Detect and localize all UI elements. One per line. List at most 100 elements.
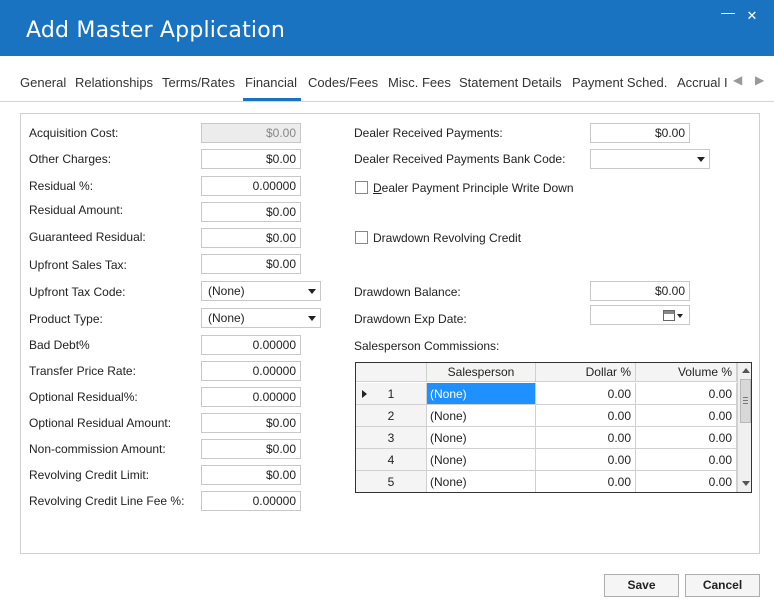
column-header-salesperson[interactable]: Salesperson bbox=[427, 363, 536, 382]
salesperson-cell[interactable]: (None) bbox=[427, 449, 536, 471]
scroll-up-icon[interactable] bbox=[742, 368, 750, 373]
drawdown-exp-date-label: Drawdown Exp Date: bbox=[354, 312, 467, 326]
revolving-credit-line-fee-field[interactable]: 0.00000 bbox=[201, 491, 301, 511]
cancel-button[interactable]: Cancel bbox=[685, 574, 760, 597]
row-pointer-icon bbox=[362, 390, 367, 398]
dollar-pct-cell[interactable]: 0.00 bbox=[536, 471, 636, 492]
residual-pct-field[interactable]: 0.00000 bbox=[201, 176, 301, 196]
product-type-select[interactable]: (None) bbox=[201, 308, 321, 328]
grid-corner bbox=[356, 363, 427, 382]
column-header-dollar-pct[interactable]: Dollar % bbox=[536, 363, 636, 382]
non-commission-amount-field[interactable]: $0.00 bbox=[201, 439, 301, 459]
revolving-credit-limit-field[interactable]: $0.00 bbox=[201, 465, 301, 485]
bad-debt-label: Bad Debt% bbox=[29, 338, 90, 352]
other-charges-label: Other Charges: bbox=[29, 152, 112, 166]
product-type-label: Product Type: bbox=[29, 312, 103, 326]
grip-line bbox=[743, 403, 748, 404]
dealer-payment-principle-write-down-checkbox[interactable] bbox=[355, 181, 368, 194]
row-header[interactable]: 1 bbox=[356, 383, 427, 405]
acquisition-cost-field: $0.00 bbox=[201, 123, 301, 143]
optional-residual-pct-label: Optional Residual%: bbox=[29, 390, 138, 404]
chevron-down-icon[interactable] bbox=[677, 314, 683, 318]
dollar-pct-cell[interactable]: 0.00 bbox=[536, 405, 636, 427]
salesperson-cell[interactable]: (None) bbox=[427, 383, 536, 405]
grid-vertical-scrollbar[interactable] bbox=[737, 363, 751, 492]
residual-amount-field[interactable]: $0.00 bbox=[201, 202, 301, 222]
grip-line bbox=[743, 397, 748, 398]
tab-scroll-right-icon[interactable]: ▶ bbox=[755, 73, 764, 87]
guaranteed-residual-label: Guaranteed Residual: bbox=[29, 230, 146, 244]
tab-misc-fees[interactable]: Misc. Fees bbox=[388, 75, 451, 90]
drawdown-exp-date-field[interactable] bbox=[590, 305, 690, 325]
dealer-payment-principle-write-down-label-rest: ealer Payment Principle Write Down bbox=[381, 181, 574, 195]
salesperson-cell[interactable]: (None) bbox=[427, 405, 536, 427]
dollar-pct-cell[interactable]: 0.00 bbox=[536, 383, 636, 405]
optional-residual-amount-field[interactable]: $0.00 bbox=[201, 413, 301, 433]
upfront-sales-tax-field[interactable]: $0.00 bbox=[201, 254, 301, 274]
active-tab-indicator bbox=[243, 98, 301, 101]
acquisition-cost-label: Acquisition Cost: bbox=[29, 126, 119, 140]
column-header-volume-pct[interactable]: Volume % bbox=[636, 363, 737, 382]
title-bar: Add Master Application — ✕ bbox=[0, 0, 774, 56]
salesperson-commissions-label: Salesperson Commissions: bbox=[354, 339, 500, 353]
salesperson-cell[interactable]: (None) bbox=[427, 427, 536, 449]
tab-payment-sched[interactable]: Payment Sched. bbox=[572, 75, 667, 90]
row-header[interactable]: 3 bbox=[356, 427, 427, 449]
grip-line bbox=[743, 400, 748, 401]
dealer-payment-principle-write-down-label: Dealer Payment Principle Write Down bbox=[373, 181, 574, 195]
tab-scroll-left-icon[interactable]: ◀ bbox=[733, 73, 742, 87]
close-icon[interactable]: ✕ bbox=[744, 8, 760, 24]
revolving-credit-limit-label: Revolving Credit Limit: bbox=[29, 468, 150, 482]
salesperson-commissions-grid[interactable]: Salesperson Dollar % Volume % 1 (None) 0… bbox=[355, 362, 752, 493]
dealer-received-payments-label: Dealer Received Payments: bbox=[354, 126, 503, 140]
upfront-tax-code-label: Upfront Tax Code: bbox=[29, 285, 126, 299]
volume-pct-cell[interactable]: 0.00 bbox=[636, 427, 737, 449]
row-number: 1 bbox=[387, 387, 395, 401]
drawdown-balance-field[interactable]: $0.00 bbox=[590, 281, 690, 301]
dollar-pct-cell[interactable]: 0.00 bbox=[536, 427, 636, 449]
optional-residual-amount-label: Optional Residual Amount: bbox=[29, 416, 172, 430]
residual-pct-label: Residual %: bbox=[29, 179, 94, 193]
volume-pct-cell[interactable]: 0.00 bbox=[636, 405, 737, 427]
upfront-tax-code-select[interactable]: (None) bbox=[201, 281, 321, 301]
volume-pct-cell[interactable]: 0.00 bbox=[636, 471, 737, 492]
tab-statement-details[interactable]: Statement Details bbox=[459, 75, 562, 90]
row-header[interactable]: 2 bbox=[356, 405, 427, 427]
residual-amount-label: Residual Amount: bbox=[29, 203, 124, 217]
tab-financial[interactable]: Financial bbox=[245, 75, 297, 90]
other-charges-field[interactable]: $0.00 bbox=[201, 149, 301, 169]
volume-pct-cell[interactable]: 0.00 bbox=[636, 449, 737, 471]
drawdown-balance-label: Drawdown Balance: bbox=[354, 285, 461, 299]
scroll-down-icon[interactable] bbox=[742, 481, 750, 486]
dealer-bank-code-select[interactable] bbox=[590, 149, 710, 169]
revolving-credit-line-fee-label: Revolving Credit Line Fee %: bbox=[29, 494, 185, 508]
tab-relationships[interactable]: Relationships bbox=[75, 75, 153, 90]
tab-accrual[interactable]: Accrual I bbox=[677, 75, 727, 90]
tab-general[interactable]: General bbox=[20, 75, 66, 90]
upfront-sales-tax-label: Upfront Sales Tax: bbox=[29, 258, 127, 272]
row-header[interactable]: 5 bbox=[356, 471, 427, 492]
non-commission-amount-label: Non-commission Amount: bbox=[29, 442, 166, 456]
optional-residual-pct-field[interactable]: 0.00000 bbox=[201, 387, 301, 407]
chevron-down-icon bbox=[308, 289, 316, 294]
dealer-bank-code-label: Dealer Received Payments Bank Code: bbox=[354, 152, 566, 166]
dollar-pct-cell[interactable]: 0.00 bbox=[536, 449, 636, 471]
volume-pct-cell[interactable]: 0.00 bbox=[636, 383, 737, 405]
row-header[interactable]: 4 bbox=[356, 449, 427, 471]
tab-strip: General Relationships Terms/Rates Financ… bbox=[0, 56, 774, 102]
transfer-price-rate-field[interactable]: 0.00000 bbox=[201, 361, 301, 381]
tab-codes-fees[interactable]: Codes/Fees bbox=[308, 75, 378, 90]
drawdown-revolving-credit-label: Drawdown Revolving Credit bbox=[373, 231, 522, 245]
drawdown-revolving-credit-checkbox[interactable] bbox=[355, 231, 368, 244]
chevron-down-icon bbox=[308, 316, 316, 321]
tab-terms-rates[interactable]: Terms/Rates bbox=[162, 75, 235, 90]
transfer-price-rate-label: Transfer Price Rate: bbox=[29, 364, 136, 378]
scroll-thumb[interactable] bbox=[740, 379, 751, 423]
bad-debt-field[interactable]: 0.00000 bbox=[201, 335, 301, 355]
salesperson-cell[interactable]: (None) bbox=[427, 471, 536, 492]
guaranteed-residual-field[interactable]: $0.00 bbox=[201, 228, 301, 248]
save-button[interactable]: Save bbox=[604, 574, 679, 597]
minimize-icon[interactable]: — bbox=[720, 4, 736, 20]
dealer-received-payments-field[interactable]: $0.00 bbox=[590, 123, 690, 143]
calendar-icon[interactable] bbox=[663, 310, 675, 321]
